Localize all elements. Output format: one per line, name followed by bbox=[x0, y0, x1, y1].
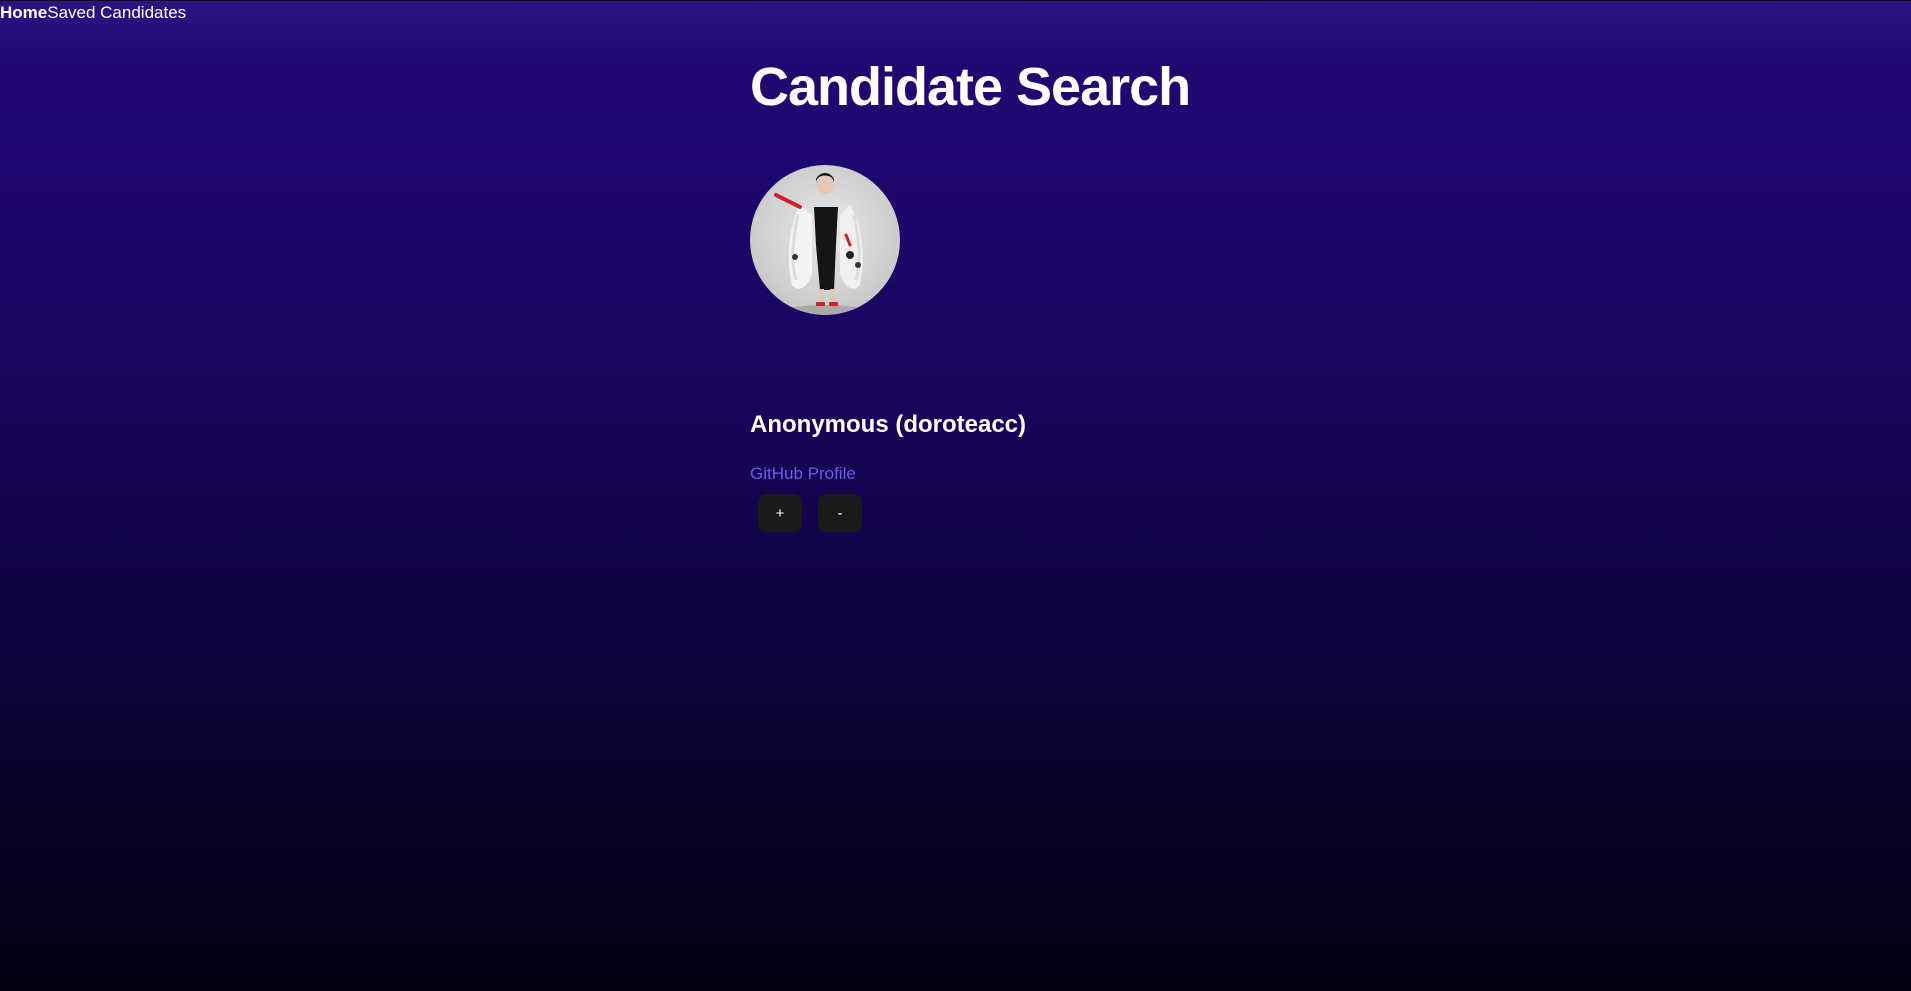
top-nav: Home Saved Candidates bbox=[0, 2, 186, 24]
page-title: Candidate Search bbox=[750, 57, 1191, 117]
top-border bbox=[0, 0, 1911, 1]
candidate-actions: + - bbox=[758, 494, 862, 532]
add-candidate-button[interactable]: + bbox=[758, 494, 802, 532]
candidate-avatar bbox=[750, 165, 900, 315]
nav-home-link[interactable]: Home bbox=[0, 2, 47, 24]
main-content: Candidate Search Anonymous (doroteacc) G… bbox=[750, 50, 1450, 532]
nav-saved-candidates-link[interactable]: Saved Candidates bbox=[47, 2, 186, 24]
skip-candidate-button[interactable]: - bbox=[818, 494, 862, 532]
candidate-name: Anonymous (doroteacc) bbox=[750, 411, 1027, 438]
avatar-photo-icon bbox=[764, 173, 886, 315]
github-profile-link[interactable]: GitHub Profile bbox=[750, 462, 856, 486]
